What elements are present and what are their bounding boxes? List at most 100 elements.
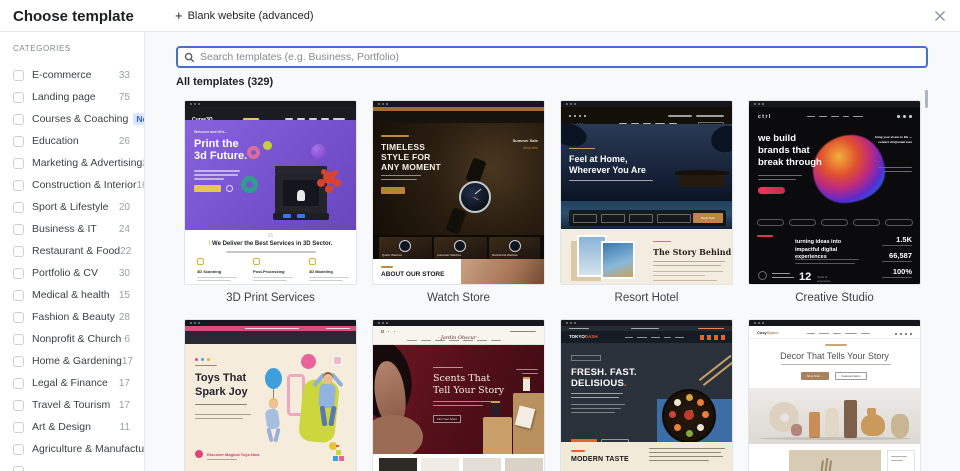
checkbox[interactable] [13, 245, 24, 257]
checkbox[interactable] [13, 289, 24, 301]
checkbox[interactable] [13, 311, 24, 323]
category-item[interactable]: Restaurant & Food 22 [13, 240, 131, 262]
decor-dots [195, 358, 198, 361]
template-card[interactable]: Curve3D Welcome and let's... Print the 3… [184, 100, 357, 305]
category-label: Restaurant & Food [32, 245, 121, 257]
sushi-center [684, 410, 694, 420]
perfume-bottle [523, 379, 530, 391]
checkbox[interactable] [13, 355, 24, 367]
page-title: Choose template [13, 8, 134, 25]
decor [831, 116, 839, 118]
text-line [649, 448, 725, 450]
checkbox[interactable] [13, 465, 24, 471]
category-item[interactable]: Medical & health 15 [13, 284, 130, 306]
checkbox[interactable] [13, 377, 24, 389]
checkbox[interactable] [13, 443, 24, 455]
category-item[interactable]: Nonprofit & Church 6 [13, 328, 130, 350]
checkbox[interactable] [13, 201, 24, 213]
template-card[interactable]: ctrl we build brands that break through … [748, 100, 921, 305]
sidebar: CATEGORIES E-commerce 33 Landing page 75… [0, 32, 145, 471]
category-item[interactable]: Art & Design 11 [13, 416, 130, 438]
booking-field [657, 213, 691, 223]
checkbox[interactable] [13, 399, 24, 411]
text-line [772, 277, 794, 279]
checkbox[interactable] [13, 91, 24, 103]
category-item[interactable]: Education 26 [13, 130, 130, 152]
figure-head [269, 400, 278, 409]
product-tile [505, 458, 543, 471]
template-card[interactable]: CHRONOVIA TIMELESS STYLE FOR ANY MOMENT [372, 100, 545, 305]
text-line [197, 277, 237, 279]
template-card[interactable]: TOKYODASH FRESH. FAST. DELISIOUS. MODERN… [560, 319, 733, 471]
text-line [758, 179, 796, 181]
template-name: 3D Print Services [226, 292, 315, 304]
category-count: 30 [118, 267, 130, 279]
checkbox[interactable] [13, 333, 24, 345]
category-item[interactable]: Marketing & Advertising 25 [13, 152, 144, 174]
close-icon[interactable] [932, 8, 948, 24]
tag-pill [757, 219, 784, 226]
shape-teal-torus [241, 176, 258, 193]
decor [843, 116, 849, 118]
decor [807, 333, 815, 335]
checkbox[interactable] [13, 69, 24, 81]
search-box[interactable] [176, 46, 928, 68]
sushi-piece [686, 394, 693, 401]
checkbox[interactable] [13, 135, 24, 147]
mini-heading: 3d Future. [194, 150, 248, 162]
category-item[interactable]: Travel & Tourism 17 [13, 394, 130, 416]
category-item[interactable]: E-commerce 33 [13, 64, 130, 86]
text-line [571, 404, 625, 406]
text-line [381, 266, 393, 268]
category-item[interactable]: Courses & Coaching New 8 [13, 108, 144, 130]
text-line [571, 408, 621, 410]
mini-years-label: Years of experience [817, 275, 831, 284]
mini-logo: TOKYO [569, 334, 585, 339]
category-item[interactable]: Fashion & Beauty 28 [13, 306, 130, 328]
mini-stat: 100% [892, 267, 912, 276]
shape-pink [301, 354, 316, 369]
category-count: 33 [118, 69, 130, 81]
text-line [381, 179, 417, 181]
mini-heading: STYLE FOR [381, 152, 431, 162]
shape-purple [311, 144, 326, 159]
checkbox[interactable] [13, 267, 24, 279]
category-item[interactable] [13, 460, 130, 471]
category-count: 26 [118, 135, 130, 147]
checkbox[interactable] [13, 223, 24, 235]
checkbox[interactable] [13, 421, 24, 433]
category-item[interactable]: Home & Gardening 17 [13, 350, 133, 372]
balloon-graphic [265, 368, 282, 389]
figure-leg [273, 427, 281, 443]
template-card[interactable]: · Jardin Obscur · Scents That Tell Your … [372, 319, 545, 471]
template-grid: Curve3D Welcome and let's... Print the 3… [184, 100, 921, 471]
scrollbar[interactable] [925, 90, 928, 108]
vase-wavy [825, 408, 839, 438]
tag-pill [789, 219, 816, 226]
figure-body [264, 408, 281, 430]
category-count: 75 [118, 91, 130, 103]
category-item[interactable]: Business & IT 24 [13, 218, 130, 240]
template-thumbnail: CosySpace Decor That Tells Your Story Sh… [748, 319, 921, 471]
search-input[interactable] [200, 51, 920, 63]
play-icon [226, 185, 233, 192]
category-item[interactable]: Portfolio & CV 30 [13, 262, 130, 284]
checkbox[interactable] [13, 113, 24, 125]
template-card[interactable]: MagicToys Toys That Spark Joy [184, 319, 357, 471]
category-item[interactable]: Landing page 75 [13, 86, 130, 108]
category-item[interactable]: Agriculture & Manufacturing 9 [13, 438, 144, 460]
hut-graphic [679, 174, 725, 187]
text-line [795, 259, 859, 261]
category-label: Travel & Tourism [32, 399, 111, 411]
category-item[interactable]: Construction & Interior 16 [13, 174, 144, 196]
category-item[interactable]: Legal & Finance 17 [13, 372, 130, 394]
decor [651, 337, 660, 339]
category-item[interactable]: Sport & Lifestyle 20 [13, 196, 130, 218]
template-card[interactable]: Isla di Mare Feel at Home, Whe [560, 100, 733, 305]
checkbox[interactable] [13, 157, 24, 169]
blank-website-button[interactable]: + Blank website (advanced) [175, 9, 314, 22]
template-card[interactable]: CosySpace Decor That Tells Your Story Sh… [748, 319, 921, 471]
text-line [569, 148, 595, 150]
text-line [653, 280, 717, 282]
checkbox[interactable] [13, 179, 24, 191]
